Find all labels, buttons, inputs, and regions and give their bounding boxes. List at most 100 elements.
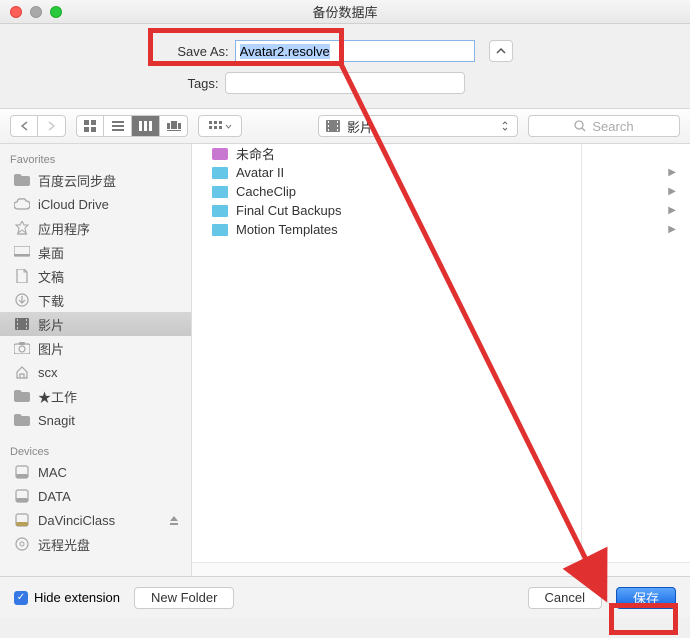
footer: ✓ Hide extension New Folder Cancel 保存: [0, 576, 690, 618]
scroll-area[interactable]: [192, 562, 690, 576]
search-input[interactable]: Search: [528, 115, 680, 137]
folder-icon: [14, 412, 30, 428]
sidebar-item-label: Snagit: [38, 413, 75, 428]
chevron-down-icon: [225, 124, 232, 129]
save-as-row: Save As:: [0, 40, 690, 62]
sidebar-item-baidu[interactable]: 百度云同步盘: [0, 168, 191, 192]
sidebar-item-downloads[interactable]: 下载: [0, 288, 191, 312]
sidebar-item-davinci[interactable]: DaVinciClass: [0, 508, 191, 532]
sidebar-item-movies[interactable]: 影片: [0, 312, 191, 336]
folder-icon: [14, 388, 30, 404]
folder-icon: [212, 224, 228, 236]
sidebar-item-apps[interactable]: 应用程序: [0, 216, 191, 240]
sidebar-item-data[interactable]: DATA: [0, 484, 191, 508]
sidebar-item-label: 应用程序: [38, 219, 90, 238]
devices-header: Devices: [0, 442, 191, 460]
columns-icon: [139, 121, 153, 131]
movies-icon: [325, 118, 341, 134]
cloud-icon: [14, 196, 30, 212]
cancel-button[interactable]: Cancel: [528, 587, 602, 609]
tags-input[interactable]: [225, 72, 465, 94]
docs-icon: [14, 268, 30, 284]
save-as-label: Save As:: [177, 44, 228, 59]
sidebar-item-desktop[interactable]: 桌面: [0, 240, 191, 264]
sidebar-item-label: DATA: [38, 489, 71, 504]
file-item[interactable]: Avatar II ▶: [192, 163, 690, 182]
sidebar-item-label: DaVinciClass: [38, 513, 115, 528]
sidebar-item-documents[interactable]: 文稿: [0, 264, 191, 288]
folder-icon: [212, 186, 228, 198]
folder-icon: [14, 172, 30, 188]
back-button[interactable]: [10, 115, 38, 137]
external-disk-icon: [14, 512, 30, 528]
sidebar-item-label: 图片: [38, 339, 64, 358]
list-view-button[interactable]: [104, 115, 132, 137]
video-icon: [212, 148, 228, 160]
sidebar-item-label: 影片: [38, 315, 64, 334]
new-folder-label: New Folder: [151, 590, 217, 605]
apps-icon: [14, 220, 30, 236]
home-icon: [14, 364, 30, 380]
save-button[interactable]: 保存: [616, 587, 676, 609]
hide-extension-label: Hide extension: [34, 590, 120, 605]
sidebar-item-label: 文稿: [38, 267, 64, 286]
sidebar-item-label: MAC: [38, 465, 67, 480]
sidebar-item-icloud[interactable]: iCloud Drive: [0, 192, 191, 216]
window-title: 备份数据库: [0, 2, 690, 21]
browser-main: Favorites 百度云同步盘 iCloud Drive 应用程序 桌面 文稿…: [0, 144, 690, 576]
new-folder-button[interactable]: New Folder: [134, 587, 234, 609]
tags-label: Tags:: [187, 76, 218, 91]
arrange-icon: [209, 121, 223, 131]
chevron-left-icon: [20, 121, 29, 131]
favorites-header: Favorites: [0, 150, 191, 168]
sidebar-item-label: scx: [38, 365, 58, 380]
coverflow-view-button[interactable]: [160, 115, 188, 137]
cancel-label: Cancel: [545, 590, 585, 605]
path-label: 影片: [347, 117, 373, 136]
arrow-icon: ▶: [668, 186, 676, 197]
file-item[interactable]: CacheClip ▶: [192, 182, 690, 201]
eject-icon[interactable]: [169, 513, 179, 528]
search-placeholder: Search: [592, 119, 633, 134]
download-icon: [14, 292, 30, 308]
tags-row: Tags:: [0, 72, 690, 94]
sidebar-item-snagit[interactable]: Snagit: [0, 408, 191, 432]
arrow-icon: ▶: [668, 224, 676, 235]
sidebar-item-label: iCloud Drive: [38, 197, 109, 212]
folder-icon: [212, 205, 228, 217]
sidebar-item-work[interactable]: ★工作: [0, 384, 191, 408]
sidebar-item-label: 桌面: [38, 243, 64, 262]
pictures-icon: [14, 340, 30, 356]
collapse-button[interactable]: [489, 40, 513, 62]
browser-toolbar: 影片 Search: [0, 108, 690, 144]
sidebar-item-home[interactable]: scx: [0, 360, 191, 384]
save-as-input[interactable]: [235, 40, 475, 62]
arrow-icon: ▶: [668, 167, 676, 178]
icon-view-button[interactable]: [76, 115, 104, 137]
coverflow-icon: [167, 121, 181, 131]
movies-icon: [14, 316, 30, 332]
file-label: Motion Templates: [236, 222, 386, 237]
column-divider[interactable]: [581, 144, 582, 576]
file-label: Final Cut Backups: [236, 203, 386, 218]
forward-button[interactable]: [38, 115, 66, 137]
sidebar-item-mac[interactable]: MAC: [0, 460, 191, 484]
arrange-button[interactable]: [198, 115, 242, 137]
disk-icon: [14, 488, 30, 504]
checkbox-checked-icon: ✓: [14, 591, 28, 605]
file-label: CacheClip: [236, 184, 386, 199]
path-selector[interactable]: 影片: [318, 115, 518, 137]
file-column[interactable]: 未命名 Avatar II ▶ CacheClip ▶ Final Cut Ba…: [192, 144, 690, 576]
file-item[interactable]: Motion Templates ▶: [192, 220, 690, 239]
file-item[interactable]: 未命名: [192, 144, 690, 163]
sidebar: Favorites 百度云同步盘 iCloud Drive 应用程序 桌面 文稿…: [0, 144, 192, 576]
file-item[interactable]: Final Cut Backups ▶: [192, 201, 690, 220]
sidebar-item-pictures[interactable]: 图片: [0, 336, 191, 360]
sidebar-item-remote-disc[interactable]: 远程光盘: [0, 532, 191, 556]
titlebar: 备份数据库: [0, 0, 690, 24]
hide-extension-checkbox[interactable]: ✓ Hide extension: [14, 590, 120, 605]
grid-icon: [84, 120, 96, 132]
column-view-button[interactable]: [132, 115, 160, 137]
nav-buttons: [10, 115, 66, 137]
sidebar-item-label: ★工作: [38, 387, 77, 406]
